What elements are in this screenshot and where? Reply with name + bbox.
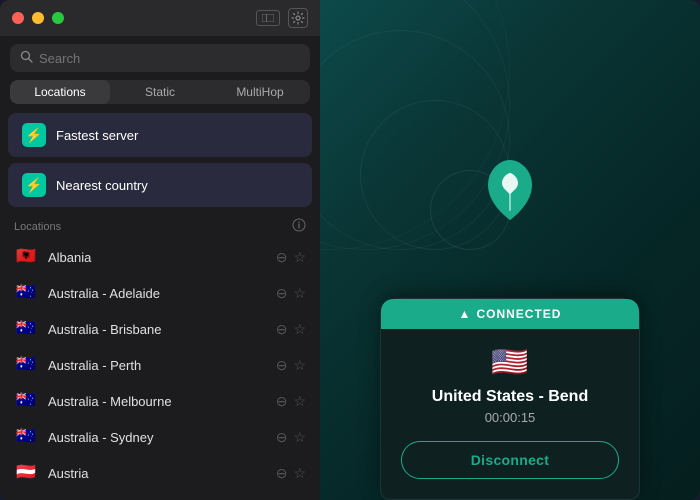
location-actions: ⊖ ☆ bbox=[276, 465, 306, 482]
star-icon[interactable]: ☆ bbox=[293, 249, 306, 266]
left-panel: Locations Static MultiHop ⚡ Fastest serv… bbox=[0, 0, 320, 500]
star-icon[interactable]: ☆ bbox=[293, 429, 306, 446]
list-item[interactable]: 🇦🇹 Austria ⊖ ☆ bbox=[4, 455, 316, 491]
list-item[interactable]: 🇦🇺 Australia - Melbourne ⊖ ☆ bbox=[4, 383, 316, 419]
surfshark-logo bbox=[480, 155, 540, 225]
flag-austria: 🇦🇹 bbox=[14, 464, 38, 482]
list-item[interactable]: 🇦🇺 Australia - Adelaide ⊖ ☆ bbox=[4, 275, 316, 311]
star-icon[interactable]: ☆ bbox=[293, 393, 306, 410]
nearest-country-label: Nearest country bbox=[56, 178, 148, 193]
close-button[interactable] bbox=[12, 12, 24, 24]
disconnect-button[interactable]: Disconnect bbox=[401, 441, 619, 479]
location-name: Australia - Sydney bbox=[48, 430, 266, 445]
signal-icon[interactable]: ⊖ bbox=[276, 465, 288, 482]
minimize-button[interactable] bbox=[32, 12, 44, 24]
flag-au-brisbane: 🇦🇺 bbox=[14, 320, 38, 338]
star-icon[interactable]: ☆ bbox=[293, 321, 306, 338]
signal-icon[interactable]: ⊖ bbox=[276, 357, 288, 374]
info-icon bbox=[292, 218, 306, 235]
connected-card: ▲ CONNECTED 🇺🇸 United States - Bend 00:0… bbox=[380, 298, 640, 500]
star-icon[interactable]: ☆ bbox=[293, 357, 306, 374]
tab-locations[interactable]: Locations bbox=[10, 80, 110, 104]
signal-icon[interactable]: ⊖ bbox=[276, 249, 288, 266]
fastest-server-button[interactable]: ⚡ Fastest server bbox=[8, 113, 312, 157]
flag-au-sydney: 🇦🇺 bbox=[14, 428, 38, 446]
flag-au-melbourne: 🇦🇺 bbox=[14, 392, 38, 410]
fastest-server-label: Fastest server bbox=[56, 128, 138, 143]
title-bar bbox=[0, 0, 320, 36]
right-panel: ▲ CONNECTED 🇺🇸 United States - Bend 00:0… bbox=[320, 0, 700, 500]
location-actions: ⊖ ☆ bbox=[276, 393, 306, 410]
connected-body: 🇺🇸 United States - Bend 00:00:15 Disconn… bbox=[381, 329, 639, 479]
tab-static[interactable]: Static bbox=[110, 80, 210, 104]
bolt-icon: ⚡ bbox=[22, 123, 46, 147]
connected-flag: 🇺🇸 bbox=[401, 345, 619, 380]
search-input[interactable] bbox=[39, 51, 300, 66]
location-actions: ⊖ ☆ bbox=[276, 357, 306, 374]
title-bar-icons bbox=[256, 8, 308, 28]
tab-multihop[interactable]: MultiHop bbox=[210, 80, 310, 104]
settings-icon[interactable] bbox=[288, 8, 308, 28]
locations-label: Locations bbox=[14, 221, 61, 233]
window-icon bbox=[256, 10, 280, 26]
list-item[interactable]: 🇦🇿 Azerbaijan ⊖ ☆ bbox=[4, 491, 316, 500]
location-name: Austria bbox=[48, 466, 266, 481]
location-name: Albania bbox=[48, 250, 266, 265]
location-actions: ⊖ ☆ bbox=[276, 429, 306, 446]
search-bar bbox=[0, 36, 320, 80]
location-actions: ⊖ ☆ bbox=[276, 285, 306, 302]
location-list: 🇦🇱 Albania ⊖ ☆ 🇦🇺 Australia - Adelaide ⊖… bbox=[0, 239, 320, 500]
connected-country: United States - Bend bbox=[401, 388, 619, 406]
location-actions: ⊖ ☆ bbox=[276, 321, 306, 338]
list-item[interactable]: 🇦🇱 Albania ⊖ ☆ bbox=[4, 239, 316, 275]
location-name: Australia - Perth bbox=[48, 358, 266, 373]
flag-au-perth: 🇦🇺 bbox=[14, 356, 38, 374]
flag-au-adelaide: 🇦🇺 bbox=[14, 284, 38, 302]
star-icon[interactable]: ☆ bbox=[293, 285, 306, 302]
nearest-country-button[interactable]: ⚡ Nearest country bbox=[8, 163, 312, 207]
location-name: Australia - Melbourne bbox=[48, 394, 266, 409]
flag-albania: 🇦🇱 bbox=[14, 248, 38, 266]
connected-header: ▲ CONNECTED bbox=[381, 299, 639, 329]
star-icon[interactable]: ☆ bbox=[293, 465, 306, 482]
tab-bar: Locations Static MultiHop bbox=[10, 80, 310, 104]
signal-icon[interactable]: ⊖ bbox=[276, 285, 288, 302]
chevron-up-icon: ▲ bbox=[459, 307, 471, 321]
search-icon bbox=[20, 50, 33, 66]
maximize-button[interactable] bbox=[52, 12, 64, 24]
location-name: Australia - Adelaide bbox=[48, 286, 266, 301]
signal-icon[interactable]: ⊖ bbox=[276, 321, 288, 338]
connected-time: 00:00:15 bbox=[401, 410, 619, 425]
signal-icon[interactable]: ⊖ bbox=[276, 429, 288, 446]
list-item[interactable]: 🇦🇺 Australia - Perth ⊖ ☆ bbox=[4, 347, 316, 383]
connection-status: CONNECTED bbox=[476, 307, 561, 321]
search-wrapper bbox=[10, 44, 310, 72]
list-item[interactable]: 🇦🇺 Australia - Brisbane ⊖ ☆ bbox=[4, 311, 316, 347]
location-actions: ⊖ ☆ bbox=[276, 249, 306, 266]
bolt-icon-2: ⚡ bbox=[22, 173, 46, 197]
list-item[interactable]: 🇦🇺 Australia - Sydney ⊖ ☆ bbox=[4, 419, 316, 455]
signal-icon[interactable]: ⊖ bbox=[276, 393, 288, 410]
locations-header: Locations bbox=[0, 210, 320, 239]
location-name: Australia - Brisbane bbox=[48, 322, 266, 337]
